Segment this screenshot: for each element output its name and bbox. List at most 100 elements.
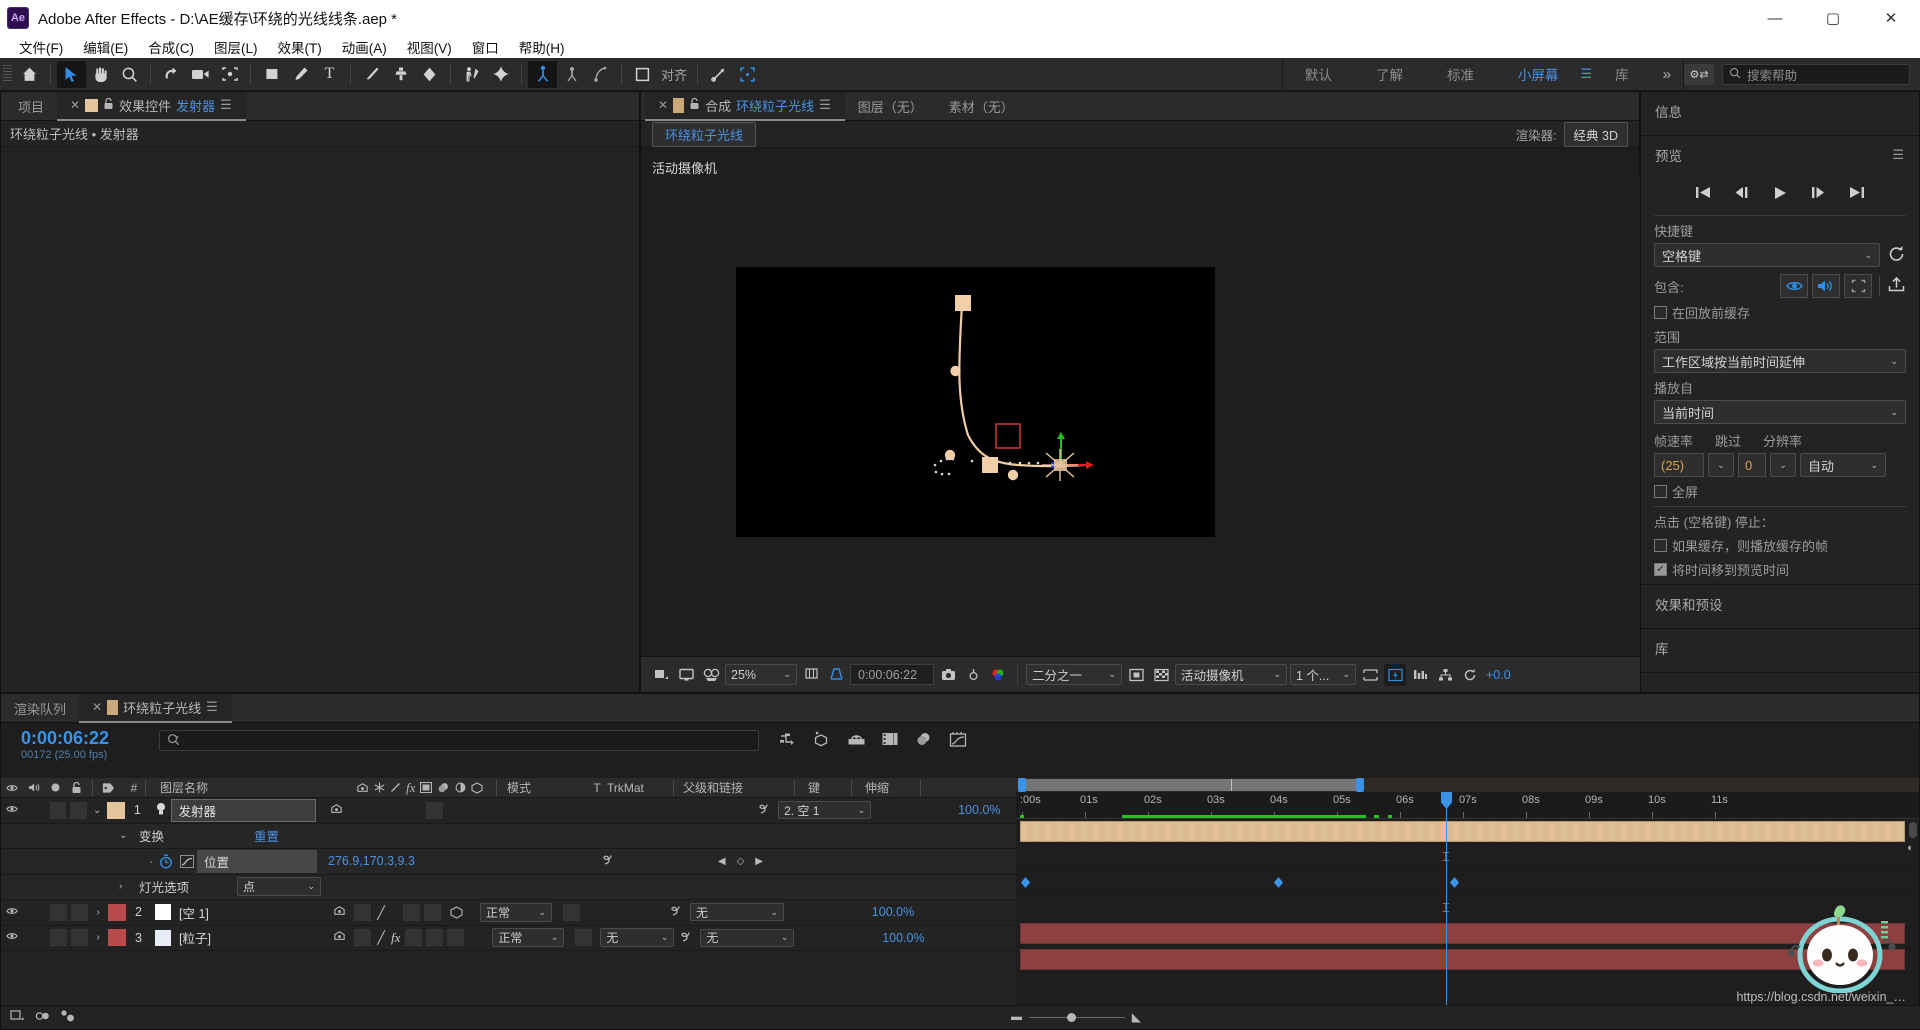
layer-duration-bar[interactable] <box>1020 948 1905 970</box>
track-row[interactable]: ⌶ <box>1016 845 1919 870</box>
region-interest-toggle-icon[interactable] <box>1125 664 1147 686</box>
layer-bar-handle-icon[interactable]: ◖ <box>1906 842 1917 856</box>
lock-toggle[interactable] <box>71 903 88 921</box>
renderer-value[interactable]: 经典 3D <box>1563 121 1628 147</box>
panel-menu-icon[interactable]: ☰ <box>1892 147 1905 163</box>
puppet-tool[interactable] <box>486 61 515 88</box>
video-toggle-icon[interactable] <box>1 906 23 919</box>
work-area-start-handle[interactable] <box>1018 778 1026 792</box>
video-eye-icon[interactable] <box>1780 274 1808 298</box>
menu-file[interactable]: 文件(F) <box>9 37 73 57</box>
shortcut-select[interactable]: 空格键 ⌄ <box>1654 243 1880 267</box>
clone-stamp-tool[interactable] <box>386 61 415 88</box>
close-icon[interactable]: ✕ <box>92 700 102 714</box>
overflow-chevron-icon[interactable]: » <box>1651 66 1683 83</box>
play-cached-frames-checkbox[interactable]: 如果缓存，则播放缓存的帧 <box>1654 536 1906 555</box>
tab-effect-controls[interactable]: ✕ 效果控件 发射器 ☰ <box>57 91 246 121</box>
menu-animation[interactable]: 动画(A) <box>332 37 397 57</box>
workspace-standard[interactable]: 标准 <box>1425 64 1496 84</box>
3d-layer-switch-icon[interactable] <box>330 803 348 818</box>
reset-icon[interactable] <box>1887 245 1906 265</box>
preview-resolution-select[interactable]: 自动 ⌄ <box>1800 453 1886 477</box>
cache-before-playback-checkbox[interactable]: 在回放前缓存 <box>1654 303 1906 322</box>
composition-mini-flowchart-icon[interactable] <box>776 726 800 752</box>
menu-help[interactable]: 帮助(H) <box>509 37 575 57</box>
lock-toggle[interactable] <box>71 929 88 947</box>
frame-blend-switch[interactable] <box>424 903 441 921</box>
blend-mode-select[interactable]: 正常 ⌄ <box>480 902 552 922</box>
eraser-tool[interactable] <box>415 61 444 88</box>
quality-switch-icon[interactable]: ╱ <box>371 930 391 945</box>
frame-rate-input[interactable]: (25) <box>1654 453 1704 477</box>
camera-tool[interactable] <box>186 61 215 88</box>
stretch-value[interactable]: 100.0% <box>856 905 930 919</box>
table-row[interactable]: › 2 [空 1] ╱ 正常 ⌄ 无 ⌄ 100.0% <box>1 900 1016 926</box>
shape-tool[interactable] <box>257 61 286 88</box>
info-panel-header[interactable]: 信息 <box>1641 92 1919 129</box>
label-color-swatch[interactable] <box>108 929 126 947</box>
main-viewer-icon[interactable] <box>675 664 697 686</box>
workspace-small-screen[interactable]: 小屏幕 <box>1496 64 1581 84</box>
tab-footage[interactable]: 素材（无） <box>936 92 1027 121</box>
toggle-switches-modes-icon[interactable] <box>35 1009 50 1026</box>
menu-window[interactable]: 窗口 <box>462 37 509 57</box>
timeline-search-input[interactable] <box>159 730 759 751</box>
property-value[interactable]: 276.9,170.3,9.3 <box>328 854 415 868</box>
close-icon[interactable]: ✕ <box>658 98 668 112</box>
menu-layer[interactable]: 图层(L) <box>204 37 268 57</box>
zoom-slider-knob[interactable] <box>1067 1012 1076 1022</box>
vertical-scrollbar[interactable] <box>1909 822 1917 838</box>
close-icon[interactable]: ✕ <box>70 98 80 112</box>
3d-switch-icon[interactable] <box>445 906 467 919</box>
layer-name[interactable]: [空 1] <box>179 903 321 922</box>
trackmatte-toggle[interactable] <box>563 903 580 921</box>
hide-shy-layers-icon[interactable] <box>844 726 868 752</box>
brush-tool[interactable] <box>357 61 386 88</box>
next-keyframe-button[interactable]: ▶ <box>755 856 763 867</box>
roto-brush-tool[interactable] <box>457 61 486 88</box>
trackmatte-toggle[interactable] <box>575 929 593 947</box>
layer-name[interactable]: [粒子] <box>179 928 321 947</box>
property-name[interactable]: 位置 <box>197 849 317 873</box>
puppet-starch-pin-tool[interactable] <box>557 61 586 88</box>
frame-blending-icon[interactable] <box>878 726 902 752</box>
next-frame-button[interactable] <box>1810 186 1827 202</box>
search-help-input[interactable]: 搜索帮助 <box>1722 63 1910 85</box>
comp-family-icon[interactable] <box>60 1009 75 1026</box>
fast-previews-icon[interactable] <box>1384 663 1406 686</box>
puppet-bend-pin-tool[interactable] <box>586 61 615 88</box>
frame-blend-switch[interactable] <box>426 929 444 947</box>
label-color-swatch[interactable] <box>108 903 126 921</box>
exposure-reset-icon[interactable] <box>1459 664 1481 686</box>
zoom-level-select[interactable]: 25% ⌄ <box>725 664 797 685</box>
workspace-library[interactable]: 库 <box>1593 64 1651 84</box>
shy-switch[interactable] <box>354 903 371 921</box>
go-to-start-button[interactable] <box>1695 186 1712 202</box>
shy-switch[interactable] <box>354 929 371 947</box>
reset-link[interactable]: 重置 <box>254 826 279 845</box>
video-toggle-icon[interactable] <box>1 804 23 817</box>
graph-editor-property-icon[interactable] <box>177 854 197 868</box>
work-area-range[interactable] <box>1022 779 1362 791</box>
parent-select[interactable]: 无 ⌄ <box>700 928 795 947</box>
light-type-select[interactable]: 点 ⌄ <box>237 877 322 897</box>
solo-toggle[interactable] <box>50 929 67 947</box>
work-area-bar[interactable] <box>1016 778 1919 792</box>
workspace-menu-icon[interactable]: ☰ <box>1581 66 1594 82</box>
pan-behind-tool[interactable] <box>215 61 244 88</box>
panel-menu-icon[interactable]: ☰ <box>819 97 832 113</box>
zoom-in-icon[interactable]: ◣ <box>1132 1010 1141 1024</box>
always-preview-icon[interactable] <box>650 664 672 686</box>
transparency-grid-icon[interactable] <box>1150 664 1172 686</box>
channel-rgb-icon[interactable] <box>987 664 1009 686</box>
tab-render-queue[interactable]: 渲染队列 <box>1 694 79 723</box>
new-composition-icon[interactable] <box>10 1009 25 1026</box>
parent-select[interactable]: 无 ⌄ <box>690 903 784 922</box>
previous-keyframe-button[interactable]: ◀ <box>718 856 726 867</box>
composition-canvas[interactable] <box>736 267 1215 537</box>
type-tool[interactable]: T <box>315 61 344 88</box>
table-row[interactable]: ⌄ 变换 重置 <box>1 823 1016 849</box>
stretch-value[interactable]: 100.0% <box>943 803 1016 817</box>
current-timecode-field[interactable]: 0:00:06:22 <box>850 664 934 685</box>
puppet-position-pin-tool[interactable] <box>528 60 557 88</box>
